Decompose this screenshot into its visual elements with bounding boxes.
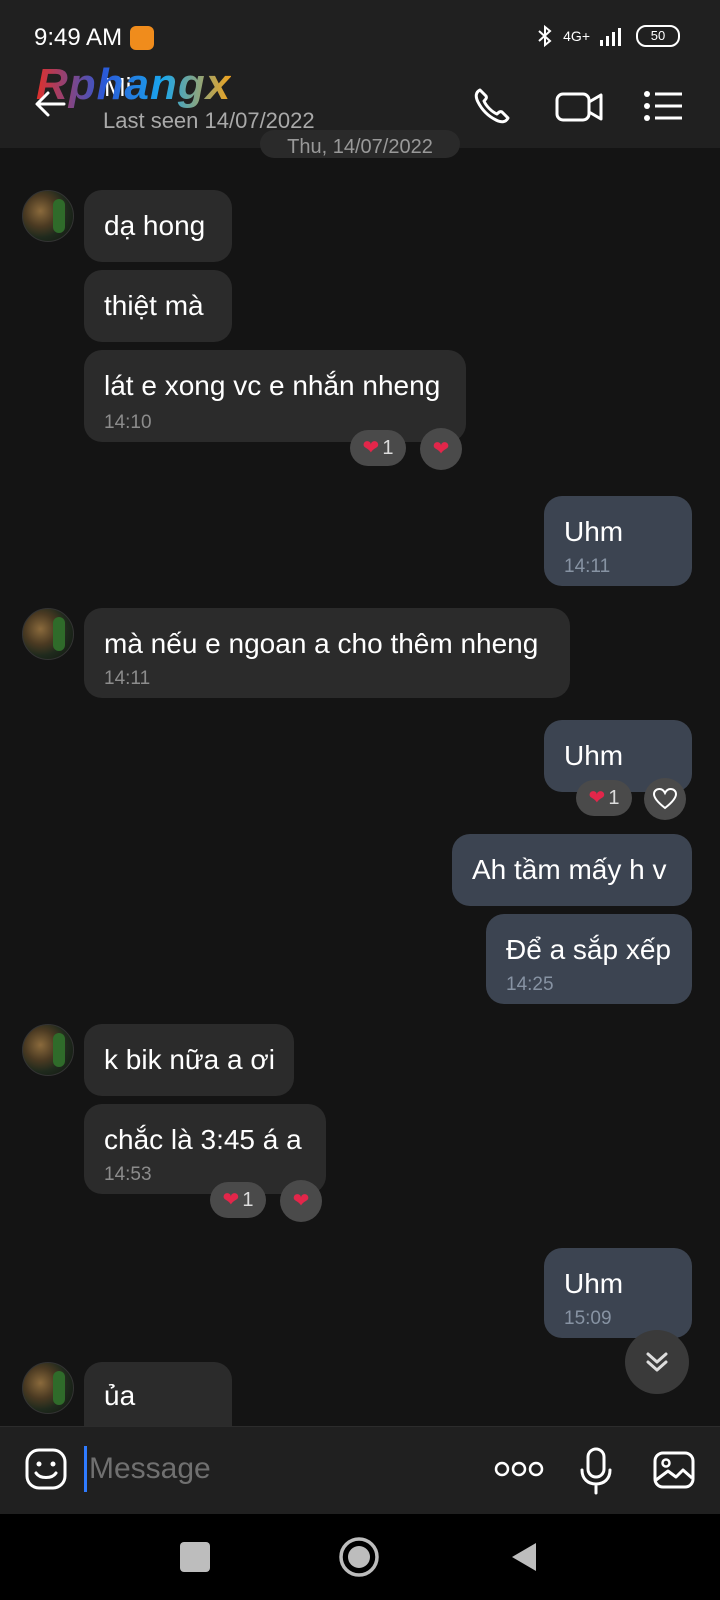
gallery-image-icon[interactable] [652,1448,696,1492]
heart-icon: ❤ [292,1190,310,1212]
contact-avatar[interactable] [22,608,74,660]
message-bubble-outgoing[interactable]: Uhm 15:09 [544,1248,692,1338]
heart-icon: ❤ [588,787,606,809]
heart-icon: ❤ [362,437,380,459]
reaction-count: 1 [382,436,394,459]
message-bubble-incoming[interactable]: k bik nữa a ơi [84,1024,294,1096]
message-text: Ah tầm mấy h v [472,854,667,885]
status-icons: 4G+ 50 [537,24,680,48]
message-text: Uhm [564,740,624,771]
message-time: 14:11 [104,668,151,689]
microphone-icon[interactable] [578,1446,614,1496]
heart-icon: ❤ [432,438,450,460]
message-bubble-outgoing[interactable]: Để a sắp xếp 14:25 [486,914,692,1004]
heart-outline-icon [652,787,678,810]
message-bubble-incoming[interactable]: thiệt mà [84,270,232,342]
reaction-count: 1 [242,1188,254,1211]
message-text: Uhm [564,516,624,547]
react-heart-button[interactable]: ❤ [280,1180,322,1222]
date-separator: Thu, 14/07/2022 [260,130,460,158]
double-chevron-down-icon [646,1352,668,1372]
status-time: 9:49 AM [34,24,123,51]
network-type: 4G+ [563,28,590,44]
recents-button[interactable] [180,1542,210,1572]
message-text: k bik nữa a ơi [104,1044,275,1075]
react-heart-button[interactable] [644,778,686,820]
emoji-sticker-icon[interactable] [24,1447,68,1491]
battery-level: 50 [636,25,680,47]
message-bubble-incoming[interactable]: mà nếu e ngoan a cho thêm nheng 14:11 [84,608,570,698]
reaction-count-badge[interactable]: ❤ 1 [210,1182,266,1218]
message-text: dạ hong [104,210,206,241]
heart-icon: ❤ [222,1189,240,1211]
message-bubble-incoming[interactable]: lát e xong vc e nhắn nheng 14:10 [84,350,466,442]
message-bubble-incoming[interactable]: ủa [84,1362,232,1426]
phone-call-icon[interactable] [470,84,514,128]
mi-app-icon [130,26,154,50]
video-call-icon[interactable] [554,84,604,128]
message-time: 14:25 [506,974,554,995]
more-options-icon[interactable] [494,1454,544,1484]
reaction-count-badge[interactable]: ❤ 1 [576,780,632,816]
reaction-count-badge[interactable]: ❤ 1 [350,430,406,466]
message-time: 14:10 [104,412,152,433]
back-nav-button[interactable] [508,1540,540,1574]
message-text: thiệt mà [104,290,204,321]
message-text: lát e xong vc e nhắn nheng [104,370,441,401]
scroll-to-bottom-button[interactable] [625,1330,689,1394]
message-bubble-outgoing[interactable]: Ah tầm mấy h v [452,834,692,906]
message-bubble-incoming[interactable]: chắc là 3:45 á a 14:53 [84,1104,326,1194]
message-input[interactable] [84,1446,469,1492]
reaction-count: 1 [608,786,620,809]
message-time: 14:53 [104,1164,152,1185]
message-text: chắc là 3:45 á a [104,1124,302,1155]
message-text: Uhm [564,1268,624,1299]
message-text: ủa [104,1380,136,1411]
contact-avatar[interactable] [22,190,74,242]
message-time: 14:11 [564,556,611,577]
message-text: Để a sắp xếp [506,934,671,965]
bluetooth-icon [538,24,552,48]
message-bubble-incoming[interactable]: dạ hong [84,190,232,262]
message-time: 15:09 [564,1308,612,1329]
message-text: mà nếu e ngoan a cho thêm nheng [104,628,539,659]
back-arrow-icon[interactable] [30,84,70,124]
react-heart-button[interactable]: ❤ [420,428,462,470]
contact-avatar[interactable] [22,1362,74,1414]
message-bubble-outgoing[interactable]: Uhm 14:11 [544,496,692,586]
chat-menu-icon[interactable] [642,84,684,128]
signal-icon [600,28,621,46]
home-button[interactable] [338,1536,380,1578]
contact-avatar[interactable] [22,1024,74,1076]
